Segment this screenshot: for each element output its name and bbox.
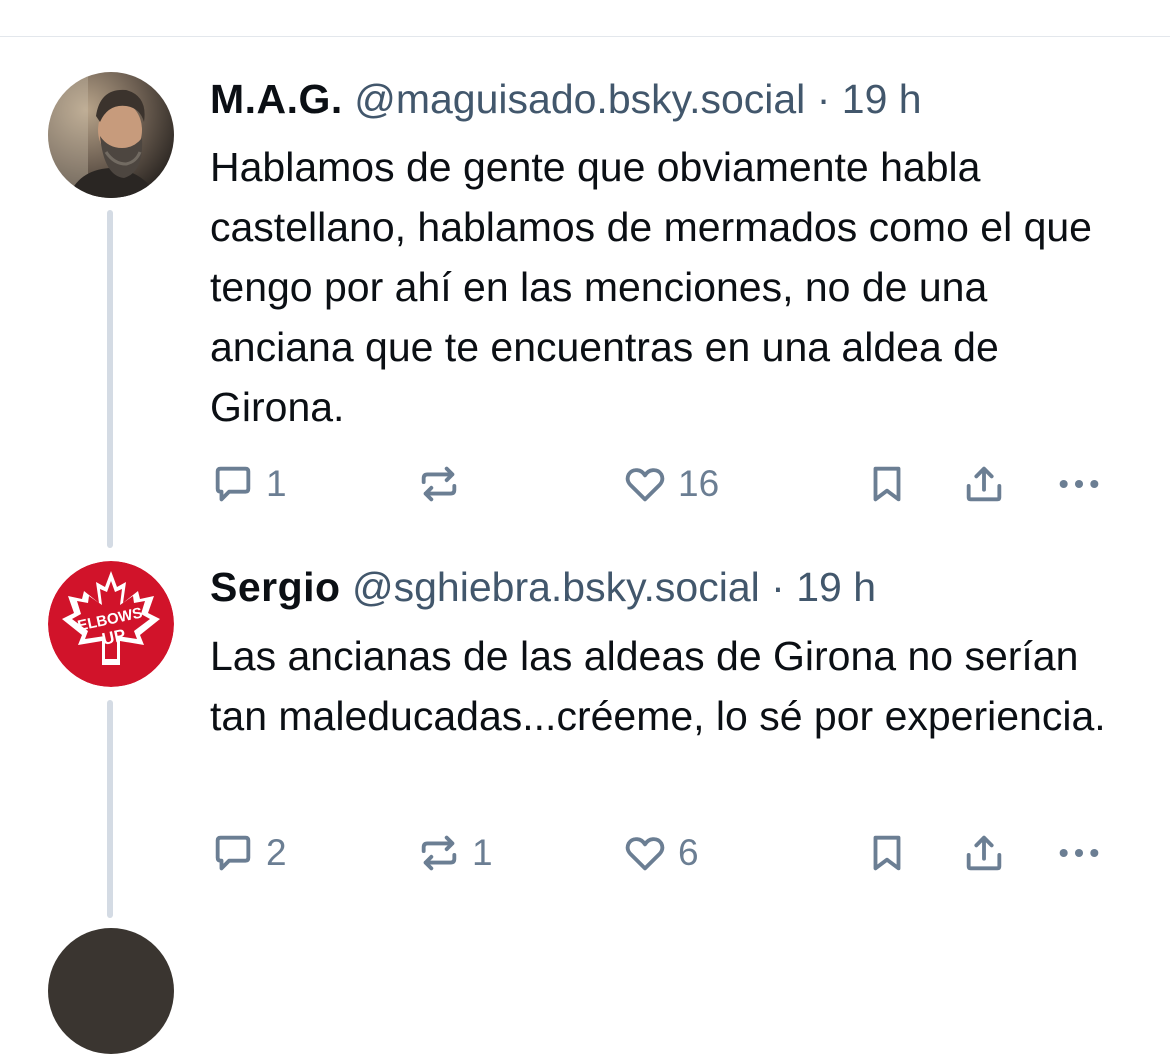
post-header: M.A.G. @maguisado.bsky.social · 19 h (210, 75, 922, 123)
reply-button[interactable]: 2 (210, 828, 287, 878)
like-button[interactable]: 6 (622, 828, 699, 878)
repost-button[interactable] (416, 459, 472, 509)
avatar-mag[interactable] (48, 72, 174, 198)
display-name[interactable]: M.A.G. (210, 76, 343, 122)
thread-line (107, 210, 113, 548)
display-name[interactable]: Sergio (210, 564, 341, 610)
more-options-button[interactable] (1055, 459, 1103, 509)
reply-count: 1 (266, 463, 287, 504)
like-count: 6 (678, 832, 699, 873)
repost-icon (421, 466, 457, 502)
post-text: Las ancianas de las aldeas de Girona no … (210, 633, 1106, 739)
like-button[interactable]: 16 (622, 459, 719, 509)
reply-icon (215, 835, 251, 871)
post-header: Sergio @sghiebra.bsky.social · 19 h (210, 563, 876, 611)
avatar-mag-photo (48, 72, 174, 198)
more-icon (1059, 848, 1099, 858)
avatar-sergio[interactable]: ELBOWS UP (48, 561, 174, 687)
like-icon (625, 468, 665, 502)
handle[interactable]: @sghiebra.bsky.social (352, 564, 760, 610)
like-count: 16 (678, 463, 720, 504)
bookmark-button[interactable] (864, 828, 910, 878)
bookmark-button[interactable] (864, 459, 910, 509)
share-icon (966, 835, 1002, 871)
avatar-sergio-badge: ELBOWS UP (48, 561, 174, 687)
timestamp[interactable]: 19 h (796, 564, 876, 610)
repost-button[interactable]: 1 (416, 828, 493, 878)
share-button[interactable] (961, 828, 1007, 878)
timestamp[interactable]: 19 h (842, 76, 922, 122)
thread-line (107, 700, 113, 918)
more-options-button[interactable] (1055, 828, 1103, 878)
reply-icon (215, 466, 251, 502)
like-icon (625, 837, 665, 871)
post-actions: 2 1 6 (210, 828, 1110, 878)
reply-button[interactable]: 1 (210, 459, 287, 509)
more-icon (1059, 479, 1099, 489)
bookmark-icon (873, 466, 901, 502)
share-icon (966, 466, 1002, 502)
next-post-avatar[interactable] (48, 928, 174, 1054)
post-actions: 1 16 (210, 459, 1110, 509)
share-button[interactable] (961, 459, 1007, 509)
top-divider (0, 36, 1170, 37)
post-text: Hablamos de gente que obviamente habla c… (210, 144, 1092, 430)
reply-count: 2 (266, 832, 287, 873)
repost-count: 1 (472, 832, 493, 873)
handle[interactable]: @maguisado.bsky.social (354, 76, 805, 122)
separator: · (816, 76, 831, 122)
repost-icon (421, 835, 457, 871)
separator: · (771, 564, 785, 610)
bookmark-icon (873, 835, 901, 871)
